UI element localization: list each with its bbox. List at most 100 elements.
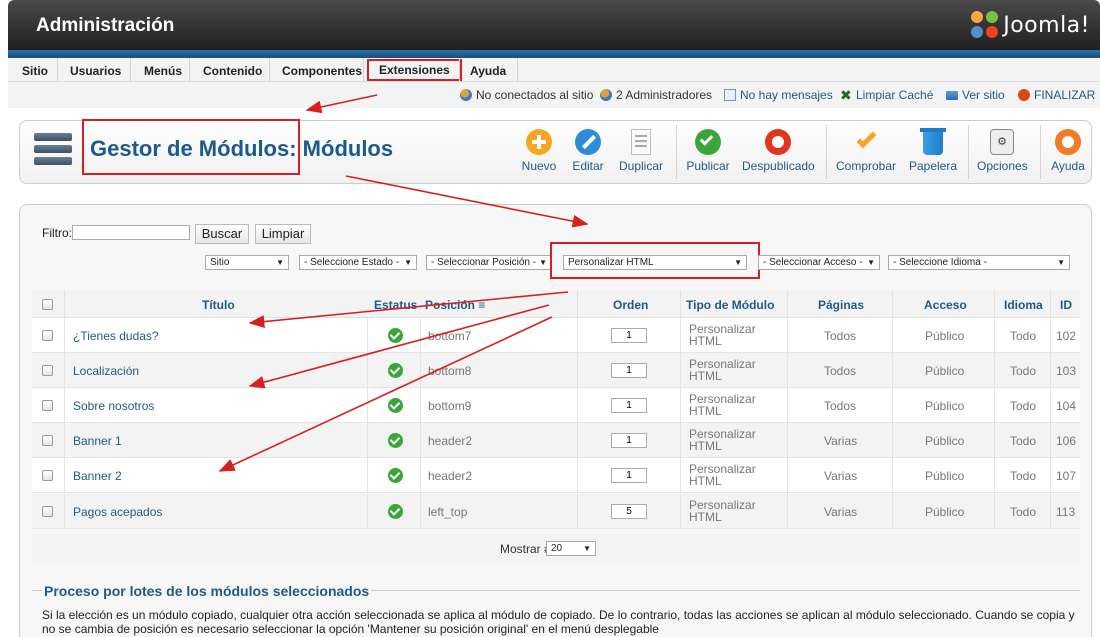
published-icon[interactable]: [388, 504, 403, 519]
chevron-down-icon: ▼: [276, 258, 284, 267]
position-select[interactable]: - Seleccionar Posición - ▼: [426, 255, 552, 270]
order-input[interactable]: [611, 504, 647, 519]
table-row: Localización bottom8 PersonalizarHTML To…: [32, 353, 1080, 388]
trash-button[interactable]: Papelera: [908, 128, 958, 179]
search-button[interactable]: Buscar: [195, 224, 249, 244]
published-icon[interactable]: [388, 363, 403, 378]
header-accent-bar: [8, 50, 1100, 58]
unpublish-button[interactable]: Despublicado: [742, 129, 815, 179]
status-clear-cache[interactable]: ✖ Limpiar Caché: [840, 88, 933, 102]
module-title-link[interactable]: Banner 1: [73, 434, 122, 448]
chevron-down-icon: ▼: [1057, 258, 1065, 267]
published-icon[interactable]: [388, 328, 403, 343]
col-type[interactable]: Tipo de Módulo: [686, 298, 774, 312]
module-type: Personalizar HTML: [689, 357, 756, 383]
status-not-connected: No conectados al sitio: [460, 88, 593, 102]
module-pages: Todos: [824, 364, 857, 378]
menu-componentes[interactable]: Componentes: [282, 64, 362, 78]
help-button[interactable]: Ayuda: [1048, 129, 1088, 179]
module-access: Público: [925, 364, 965, 378]
published-icon[interactable]: [388, 433, 403, 448]
col-title[interactable]: Título: [202, 298, 235, 312]
module-position: bottom8: [428, 364, 472, 378]
filter-input[interactable]: [72, 225, 190, 240]
col-access[interactable]: Acceso: [924, 298, 967, 312]
mail-icon: [724, 89, 736, 101]
options-button[interactable]: ⚙ Opciones: [977, 129, 1028, 179]
col-pages[interactable]: Páginas: [818, 298, 864, 312]
module-title-link[interactable]: Localización: [73, 364, 139, 378]
edit-button[interactable]: Editar: [569, 129, 607, 179]
site-select[interactable]: Sitio ▼: [205, 255, 289, 270]
col-language[interactable]: Idioma: [1004, 298, 1043, 312]
row-checkbox[interactable]: [42, 330, 53, 341]
menu-contenido[interactable]: Contenido: [203, 64, 262, 78]
module-pages: Varias: [824, 434, 858, 448]
module-position: left_top: [428, 505, 468, 519]
language-select[interactable]: - Seleccione Idioma - ▼: [888, 255, 1070, 270]
menu-usuarios[interactable]: Usuarios: [70, 64, 121, 78]
order-input[interactable]: [611, 363, 647, 378]
order-input[interactable]: [611, 468, 647, 483]
table-header: Título Estatus Posición ≡ Orden Tipo de …: [32, 290, 1080, 318]
col-id[interactable]: ID: [1060, 298, 1072, 312]
module-type: Personalizar HTML: [689, 462, 756, 488]
joomla-logo[interactable]: Joomla!: [971, 10, 1090, 40]
status-bar: No conectados al sitio 2 Administradores…: [8, 82, 1100, 108]
batch-title: Proceso por lotes de los módulos selecci…: [42, 583, 372, 599]
batch-description: Si la elección es un módulo copiado, cua…: [42, 608, 1075, 636]
module-language: Todo: [1010, 364, 1037, 378]
module-id: 102: [1056, 329, 1077, 343]
module-manager-icon: [34, 133, 72, 169]
pagination-bar: Mostrar # 20 ▼: [32, 532, 1080, 564]
chevron-down-icon: ▼: [583, 544, 591, 553]
row-checkbox[interactable]: [42, 365, 53, 376]
row-checkbox[interactable]: [42, 400, 53, 411]
col-order[interactable]: Orden: [613, 298, 648, 312]
menu-extensiones[interactable]: Extensiones: [367, 59, 462, 81]
joomla-logo-icon: [971, 11, 999, 39]
menu-ayuda[interactable]: Ayuda: [470, 64, 506, 78]
plus-icon: [526, 129, 552, 155]
status-view-site[interactable]: Ver sitio: [946, 88, 1005, 102]
lifebuoy-icon: [1055, 129, 1081, 155]
limit-select[interactable]: 20 ▼: [546, 541, 596, 556]
order-input[interactable]: [611, 398, 647, 413]
col-status[interactable]: Estatus: [374, 298, 417, 312]
monitor-icon: [946, 90, 958, 100]
duplicate-button[interactable]: Duplicar: [618, 129, 664, 179]
col-position[interactable]: Posición ≡: [425, 298, 485, 312]
module-title-link[interactable]: Sobre nosotros: [73, 399, 154, 413]
module-title-link[interactable]: Pagos acepados: [73, 505, 162, 519]
publish-button[interactable]: Publicar: [684, 129, 732, 179]
module-title-link[interactable]: ¿Tienes dudas?: [73, 329, 159, 343]
module-language: Todo: [1010, 505, 1037, 519]
chevron-down-icon: ▼: [404, 258, 412, 267]
published-icon[interactable]: [388, 398, 403, 413]
select-all-checkbox[interactable]: [42, 299, 53, 310]
order-input[interactable]: [611, 328, 647, 343]
table-row: Banner 2 header2 PersonalizarHTML Varias…: [32, 458, 1080, 493]
row-checkbox[interactable]: [42, 506, 53, 517]
module-toolbar: Gestor de Módulos: Módulos Nuevo Editar …: [19, 119, 1092, 184]
module-title-link[interactable]: Banner 2: [73, 469, 122, 483]
access-select[interactable]: - Seleccionar Acceso - ▼: [758, 255, 880, 270]
menu-sitio[interactable]: Sitio: [22, 64, 48, 78]
new-button[interactable]: Nuevo: [520, 129, 558, 179]
check-in-button[interactable]: Comprobar: [836, 128, 896, 179]
menu-menus[interactable]: Menús: [144, 64, 182, 78]
status-logout[interactable]: FINALIZAR: [1018, 88, 1095, 102]
page-title: Gestor de Módulos: Módulos: [90, 136, 394, 161]
status-messages[interactable]: No hay mensajes: [724, 88, 833, 102]
module-access: Público: [925, 505, 965, 519]
users-icon: [460, 89, 472, 101]
admin-header: Administración Joomla!: [8, 0, 1100, 50]
row-checkbox[interactable]: [42, 435, 53, 446]
row-checkbox[interactable]: [42, 470, 53, 481]
state-select[interactable]: - Seleccione Estado - ▼: [299, 255, 417, 270]
clear-button[interactable]: Limpiar: [255, 224, 311, 244]
published-icon[interactable]: [388, 468, 403, 483]
check-circle-icon: [695, 129, 721, 155]
order-input[interactable]: [611, 433, 647, 448]
module-language: Todo: [1010, 469, 1037, 483]
